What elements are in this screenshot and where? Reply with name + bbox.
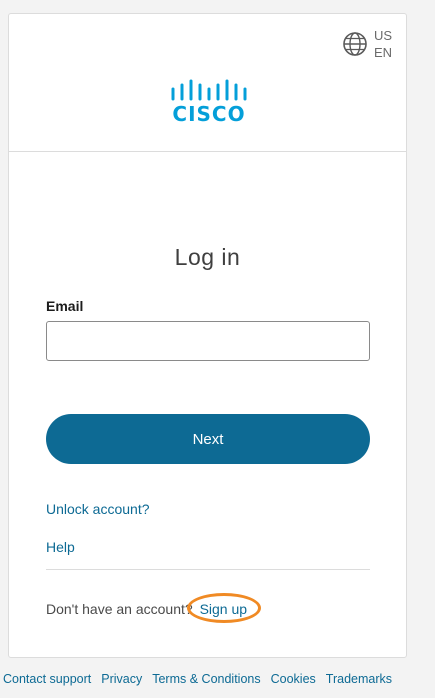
sign-up-link[interactable]: Sign up (186, 593, 261, 623)
email-label: Email (46, 298, 84, 314)
help-link[interactable]: Help (46, 539, 75, 555)
footer-terms-link[interactable]: Terms & Conditions (152, 672, 260, 686)
unlock-account-link[interactable]: Unlock account? (46, 501, 150, 517)
sign-up-label: Sign up (199, 601, 248, 617)
footer-privacy-link[interactable]: Privacy (101, 672, 142, 686)
cisco-bars-icon (171, 79, 247, 101)
locale-language: EN (373, 45, 392, 60)
signup-row: Don't have an account? Sign up (46, 593, 261, 623)
email-field[interactable] (46, 321, 370, 361)
footer-trademarks-link[interactable]: Trademarks (326, 672, 392, 686)
login-card: US EN CISCO Log in Email Next Unlock acc… (8, 13, 407, 658)
cisco-wordmark: CISCO (172, 102, 246, 126)
locale-selector[interactable]: US EN (342, 27, 392, 61)
footer-cookies-link[interactable]: Cookies (271, 672, 316, 686)
locale-text: US EN (374, 27, 392, 61)
locale-country: US (373, 28, 392, 43)
divider (46, 569, 370, 570)
globe-icon (343, 32, 367, 56)
footer-links: Contact support Privacy Terms & Conditio… (3, 672, 435, 686)
next-button[interactable]: Next (46, 414, 370, 464)
page-title: Log in (174, 244, 241, 270)
footer-contact-support-link[interactable]: Contact support (3, 672, 91, 686)
card-header: US EN CISCO (9, 14, 406, 152)
no-account-text: Don't have an account? (46, 601, 193, 617)
